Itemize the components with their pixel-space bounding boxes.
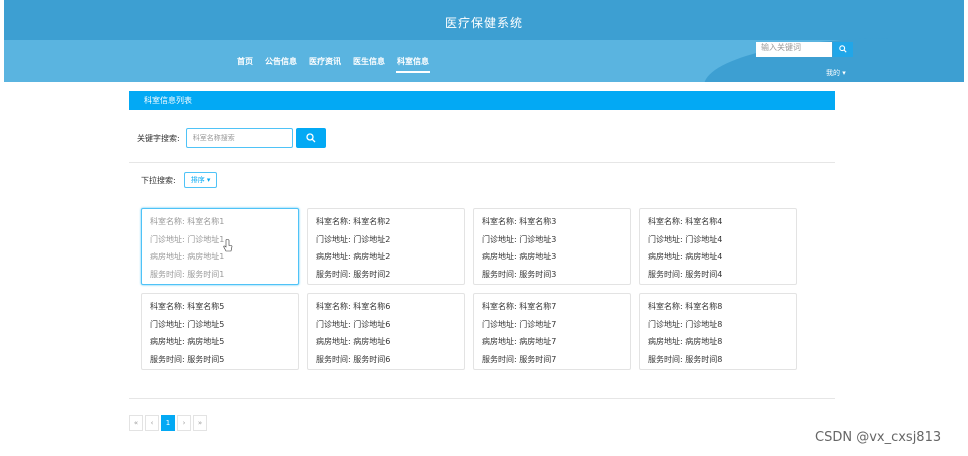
card-service-hours: 服务时间: 服务时间2: [316, 269, 391, 279]
card-clinic-address: 门诊地址: 门诊地址5: [150, 319, 225, 329]
header-search-button[interactable]: [833, 42, 853, 57]
department-card[interactable]: 科室名称: 科室名称3 门诊地址: 门诊地址3 病房地址: 病房地址3 服务时间…: [473, 208, 631, 285]
sort-dropdown[interactable]: 排序 ▾: [183, 172, 218, 188]
card-clinic-address: 门诊地址: 门诊地址4: [648, 234, 723, 244]
nav-item-home[interactable]: 首页: [236, 56, 254, 73]
card-service-hours: 服务时间: 服务时间6: [316, 354, 391, 364]
card-service-hours: 服务时间: 服务时间4: [648, 269, 723, 279]
main-nav: 首页 公告信息 医疗资讯 医生信息 科室信息: [236, 56, 430, 73]
search-button[interactable]: [295, 128, 326, 148]
nav-item-departments[interactable]: 科室信息: [396, 56, 430, 73]
card-department-name: 科室名称: 科室名称2: [316, 217, 391, 226]
card-service-hours: 服务时间: 服务时间8: [648, 354, 723, 364]
department-card[interactable]: 科室名称: 科室名称4 门诊地址: 门诊地址4 病房地址: 病房地址4 服务时间…: [639, 208, 797, 285]
card-department-name: 科室名称: 科室名称7: [482, 302, 557, 311]
search-icon: [306, 133, 316, 143]
prev-page-button[interactable]: ‹: [145, 415, 159, 431]
card-department-name: 科室名称: 科室名称1: [150, 217, 225, 226]
first-page-button[interactable]: «: [129, 415, 143, 431]
last-page-button[interactable]: »: [193, 415, 207, 431]
department-card[interactable]: 科室名称: 科室名称2 门诊地址: 门诊地址2 病房地址: 病房地址2 服务时间…: [307, 208, 465, 285]
card-ward-address: 病房地址: 病房地址4: [648, 252, 723, 261]
search-icon: [839, 45, 847, 53]
department-name-search-input[interactable]: 科室名称搜索: [185, 128, 293, 148]
card-department-name: 科室名称: 科室名称4: [648, 217, 723, 226]
card-service-hours: 服务时间: 服务时间5: [150, 354, 225, 364]
nav-item-doctors[interactable]: 医生信息: [352, 56, 386, 73]
site-title: 医疗保健系统: [444, 16, 523, 30]
card-ward-address: 病房地址: 病房地址3: [482, 252, 557, 261]
user-menu[interactable]: 我的 ▾: [826, 68, 846, 78]
card-department-name: 科室名称: 科室名称8: [648, 302, 723, 311]
card-service-hours: 服务时间: 服务时间3: [482, 269, 557, 279]
card-clinic-address: 门诊地址: 门诊地址6: [316, 319, 391, 329]
card-ward-address: 病房地址: 病房地址8: [648, 337, 723, 346]
keyword-search-label: 关键字搜索:: [137, 133, 180, 143]
nav-item-announcements[interactable]: 公告信息: [264, 56, 298, 73]
department-card[interactable]: 科室名称: 科室名称6 门诊地址: 门诊地址6 病房地址: 病房地址6 服务时间…: [307, 293, 465, 370]
department-card[interactable]: 科室名称: 科室名称8 门诊地址: 门诊地址8 病房地址: 病房地址8 服务时间…: [639, 293, 797, 370]
card-ward-address: 病房地址: 病房地址1: [150, 252, 225, 261]
dropdown-search-label: 下拉搜索:: [141, 175, 176, 185]
card-ward-address: 病房地址: 病房地址7: [482, 337, 557, 346]
card-ward-address: 病房地址: 病房地址2: [316, 252, 391, 261]
dropdown-search-row: 下拉搜索: 排序 ▾: [141, 172, 218, 188]
card-department-name: 科室名称: 科室名称3: [482, 217, 557, 226]
header-banner: 医疗保健系统 首页 公告信息 医疗资讯 医生信息 科室信息 输入关键词 我的 ▾: [4, 0, 964, 82]
card-clinic-address: 门诊地址: 门诊地址1: [150, 234, 225, 244]
divider: [129, 162, 835, 163]
department-card[interactable]: 科室名称: 科室名称5 门诊地址: 门诊地址5 病房地址: 病房地址5 服务时间…: [141, 293, 299, 370]
next-page-button[interactable]: ›: [177, 415, 191, 431]
hand-pointer-icon: [223, 239, 233, 252]
divider: [129, 398, 835, 399]
card-clinic-address: 门诊地址: 门诊地址2: [316, 234, 391, 244]
department-card[interactable]: 科室名称: 科室名称7 门诊地址: 门诊地址7 病房地址: 病房地址7 服务时间…: [473, 293, 631, 370]
card-clinic-address: 门诊地址: 门诊地址7: [482, 319, 557, 329]
card-ward-address: 病房地址: 病房地址6: [316, 337, 391, 346]
card-department-name: 科室名称: 科室名称6: [316, 302, 391, 311]
current-page-button[interactable]: 1: [161, 415, 175, 431]
card-service-hours: 服务时间: 服务时间7: [482, 354, 557, 364]
nav-item-medical-news[interactable]: 医疗资讯: [308, 56, 342, 73]
header-search-input[interactable]: 输入关键词: [756, 42, 832, 57]
card-ward-address: 病房地址: 病房地址5: [150, 337, 225, 346]
card-department-name: 科室名称: 科室名称5: [150, 302, 225, 311]
card-clinic-address: 门诊地址: 门诊地址8: [648, 319, 723, 329]
pagination: « ‹ 1 › »: [129, 415, 207, 431]
keyword-search-row: 关键字搜索: 科室名称搜索: [137, 128, 326, 148]
watermark: CSDN @vx_cxsj813: [815, 430, 942, 445]
department-card[interactable]: 科室名称: 科室名称1 门诊地址: 门诊地址1 病房地址: 病房地址1 服务时间…: [141, 208, 299, 285]
card-clinic-address: 门诊地址: 门诊地址3: [482, 234, 557, 244]
panel-title: 科室信息列表: [129, 91, 835, 110]
card-service-hours: 服务时间: 服务时间1: [150, 269, 225, 279]
